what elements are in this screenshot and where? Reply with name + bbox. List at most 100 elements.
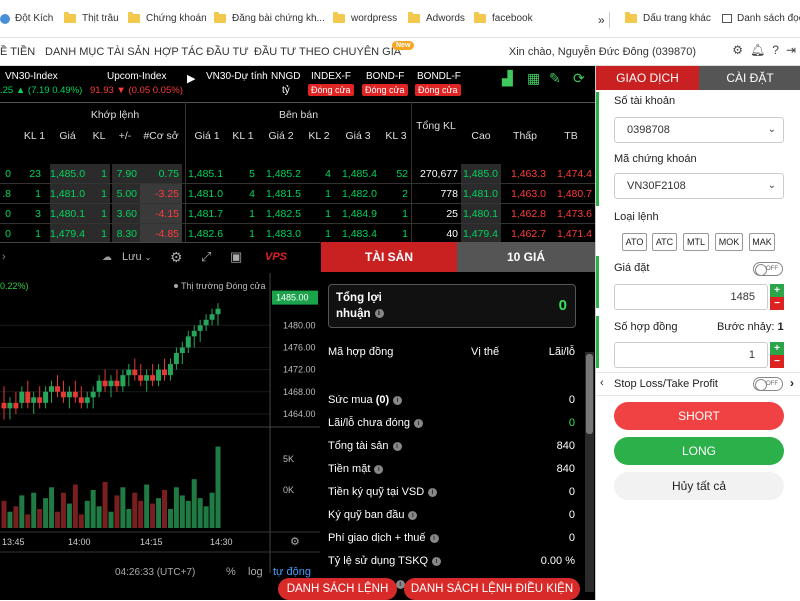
info-icon[interactable]: i <box>432 556 442 566</box>
chart-bars-icon[interactable]: ▟ <box>502 70 513 87</box>
order-panel: GIAO DỊCH CÀI ĐẶT Số tài khoản 0398708 ⌄… <box>595 66 800 600</box>
symbol-select[interactable]: VN30F2108 ⌄ <box>614 173 784 199</box>
upcom-index-value: 91.93 ▼ (0.05 0.05%) <box>90 85 183 96</box>
order-type-label: Loại lệnh <box>614 211 659 223</box>
info-icon[interactable]: i <box>429 533 439 543</box>
fullscreen-icon[interactable]: ⤢ <box>201 249 211 265</box>
board-cell-high: 1,481.0 <box>461 184 501 204</box>
scrollbar-thumb[interactable] <box>586 354 593 434</box>
bond-f-label[interactable]: BOND-F <box>366 71 404 82</box>
chevron-right-icon[interactable]: › <box>2 251 6 263</box>
bookmark-item[interactable]: Đột Kích <box>0 13 53 24</box>
info-icon[interactable]: i <box>428 487 438 497</box>
next-arrow-icon[interactable]: ▶ <box>187 72 195 85</box>
tab-assets[interactable]: TÀI SẢN <box>321 242 457 272</box>
price-increase-button[interactable]: + <box>770 284 784 297</box>
folder-icon <box>625 12 637 23</box>
nav-item-portfolio[interactable]: DANH MỤC TÀI SẢN <box>45 46 150 58</box>
portfolio-row: Tỷ lệ sử dụng TSKQ i 0.00 % <box>321 550 583 573</box>
volume-bar <box>13 506 19 528</box>
qty-input[interactable]: 1 <box>614 342 768 368</box>
tab-trade[interactable]: GIAO DỊCH <box>596 66 699 90</box>
auto-scale-toggle[interactable]: tự động <box>273 566 311 578</box>
calculator-icon[interactable]: ▦ <box>527 70 540 87</box>
board-cell-g1: 1,481.0 <box>188 188 224 200</box>
short-button[interactable]: SHORT <box>614 402 784 430</box>
chevron-left-icon[interactable]: ‹ <box>600 377 604 389</box>
long-button[interactable]: LONG <box>614 437 784 465</box>
refresh-icon[interactable]: ⟳ <box>573 70 585 87</box>
time-tick-label: 14:30 <box>210 537 233 547</box>
bondl-f-label[interactable]: BONDL-F <box>417 71 461 82</box>
vn30-index-name[interactable]: VN30-Index <box>5 71 58 82</box>
row-label-text: Tỷ lệ sử dụng TSKQ <box>328 555 429 567</box>
info-icon[interactable]: i <box>392 441 402 451</box>
bookmark-item[interactable]: Chứng khoán <box>128 12 207 24</box>
help-icon[interactable]: ? <box>772 43 779 57</box>
orders-list-button[interactable]: DANH SÁCH LỆNH <box>278 578 397 600</box>
bookmark-item[interactable]: Adwords <box>408 12 465 24</box>
camera-icon[interactable]: ▣ <box>230 249 242 265</box>
qty-increase-button[interactable]: + <box>770 342 784 355</box>
reading-list[interactable]: Danh sách đọc <box>722 13 800 24</box>
other-bookmarks[interactable]: Dấu trang khác <box>625 12 711 24</box>
qty-decrease-button[interactable]: − <box>770 355 784 368</box>
percent-scale-toggle[interactable]: % <box>226 566 236 578</box>
tab-10-prices[interactable]: 10 GIÁ <box>457 242 595 272</box>
info-icon[interactable]: i <box>393 395 403 405</box>
log-scale-toggle[interactable]: log <box>248 566 263 578</box>
price-chart[interactable]: 1480.00 1476.00 1472.00 1468.00 1464.00 1485.… <box>0 273 320 601</box>
upcom-index-name[interactable]: Upcom-Index <box>107 71 166 82</box>
bell-icon[interactable]: 🔔︎ <box>750 43 765 57</box>
order-type-ato[interactable]: ATO <box>622 233 647 251</box>
portfolio-row: Tiền ký quỹ tại VSD i 0 <box>321 481 583 504</box>
order-type-mtl[interactable]: MTL <box>683 233 709 251</box>
board-cell-g2: 1,485.2 <box>265 168 301 180</box>
settings-icon[interactable]: ⚙ <box>170 249 183 266</box>
conditional-orders-button[interactable]: DANH SÁCH LỆNH ĐIỀU KIỆN <box>404 578 580 600</box>
board-cell-c0: 0 <box>5 168 11 180</box>
portfolio-row-value: 0 <box>568 532 575 544</box>
bookmark-item[interactable]: facebook <box>474 12 533 24</box>
more-bookmarks-button[interactable]: » <box>598 13 605 27</box>
price-mode-toggle[interactable]: OFF <box>753 262 783 276</box>
nav-item-expert[interactable]: ĐẦU TƯ THEO CHUYÊN GIA <box>254 46 401 58</box>
bookmark-item[interactable]: wordpress <box>333 12 397 24</box>
step-value: 1 <box>777 321 784 333</box>
portfolio-row-label: Tổng tài sản i <box>328 440 402 452</box>
col-pl: Lãi/lỗ <box>548 346 575 358</box>
index-f-label[interactable]: INDEX-F <box>311 71 351 82</box>
price-decrease-button[interactable]: − <box>770 297 784 310</box>
save-layout-button[interactable]: Lưu ⌄ <box>122 251 151 263</box>
time-tick-label: 14:00 <box>68 537 91 547</box>
account-select[interactable]: 0398708 ⌄ <box>614 117 784 143</box>
row-label-bold: (0) <box>375 394 390 406</box>
gear-icon[interactable]: ⚙ <box>732 43 743 57</box>
info-icon[interactable]: i <box>408 510 418 520</box>
chevron-right-icon[interactable]: › <box>790 376 794 390</box>
board-cell-g3: 1,485.4 <box>341 168 377 180</box>
order-type-mok[interactable]: MOK <box>715 233 743 251</box>
nav-item-cooperation[interactable]: HỢP TÁC ĐẦU TƯ <box>154 46 249 58</box>
vn30-forecast-label[interactable]: VN30-Dự tính <box>206 71 268 82</box>
portfolio-row-label: Sức mua (0) i <box>328 394 403 406</box>
cancel-all-button[interactable]: Hủy tất cả <box>614 472 784 500</box>
portfolio-scrollbar[interactable] <box>585 352 594 592</box>
bookmark-item[interactable]: Thịt trâu <box>64 12 119 24</box>
price-board: Khớp lệnh Bên bán KL 1 Giá KL +/- #Cơ sở Giá … <box>0 102 595 244</box>
info-icon[interactable]: i <box>374 464 384 474</box>
price-input[interactable]: 1485 <box>614 284 768 310</box>
bookmark-item[interactable]: Đăng bài chứng kh... <box>214 12 325 24</box>
nav-item-deposit[interactable]: Ề TIỀN <box>0 46 35 58</box>
board-cell-base: -3.25 <box>140 184 182 204</box>
order-type-atc[interactable]: ATC <box>652 233 677 251</box>
gear-icon[interactable]: ⚙ <box>290 536 300 548</box>
stoploss-toggle[interactable]: OFF <box>753 377 783 391</box>
order-type-mak[interactable]: MAK <box>749 233 775 251</box>
tab-settings[interactable]: CÀI ĐẶT <box>699 66 800 90</box>
info-icon[interactable]: i <box>374 309 384 319</box>
pin-icon[interactable]: ✎ <box>549 70 561 87</box>
info-icon[interactable]: i <box>413 418 423 428</box>
nngd-label[interactable]: NNGD <box>271 71 300 82</box>
logout-icon[interactable]: ⇥ <box>786 43 796 57</box>
